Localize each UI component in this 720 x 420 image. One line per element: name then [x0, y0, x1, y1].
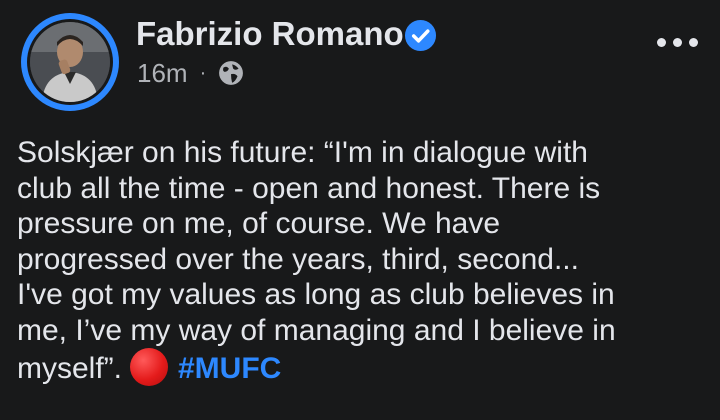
more-options-icon[interactable] [657, 38, 698, 47]
avatar[interactable] [21, 13, 119, 111]
post-text-line: myself”. [17, 352, 122, 385]
globe-icon[interactable] [218, 60, 244, 86]
verified-badge-icon [404, 19, 437, 52]
timestamp[interactable]: 16m [137, 58, 188, 89]
post-text-line: Solskjær on his future: “I'm in dialogue… [17, 136, 588, 169]
more-dot [673, 38, 682, 47]
post-text-line: me, I’ve my way of managing and I believ… [17, 313, 616, 347]
meta-separator: · [199, 61, 207, 84]
post-text-line: I've got my values as long as club belie… [17, 278, 615, 311]
post-text-line: club all the time - open and honest. The… [17, 171, 601, 205]
post-text-line: progressed over the years, third, second… [17, 242, 579, 276]
hashtag-link[interactable]: #MUFC [178, 352, 281, 385]
more-dot [689, 38, 698, 47]
post-text-last-line: myself”. #MUFC [17, 348, 717, 387]
author-name[interactable]: Fabrizio Romano [136, 14, 404, 54]
more-dot [657, 38, 666, 47]
avatar-border [27, 19, 113, 105]
red-circle-emoji [130, 348, 168, 386]
post-body: Solskjær on his future: “I'm in dialogue… [17, 135, 717, 387]
avatar-photo [30, 22, 110, 102]
post-text-line: pressure on me, of course. We have [17, 207, 501, 240]
post-card: Fabrizio Romano 16m · Solskjær on his fu… [0, 0, 720, 420]
post-meta: 16m · [137, 56, 244, 90]
person-photo-icon [30, 22, 110, 102]
